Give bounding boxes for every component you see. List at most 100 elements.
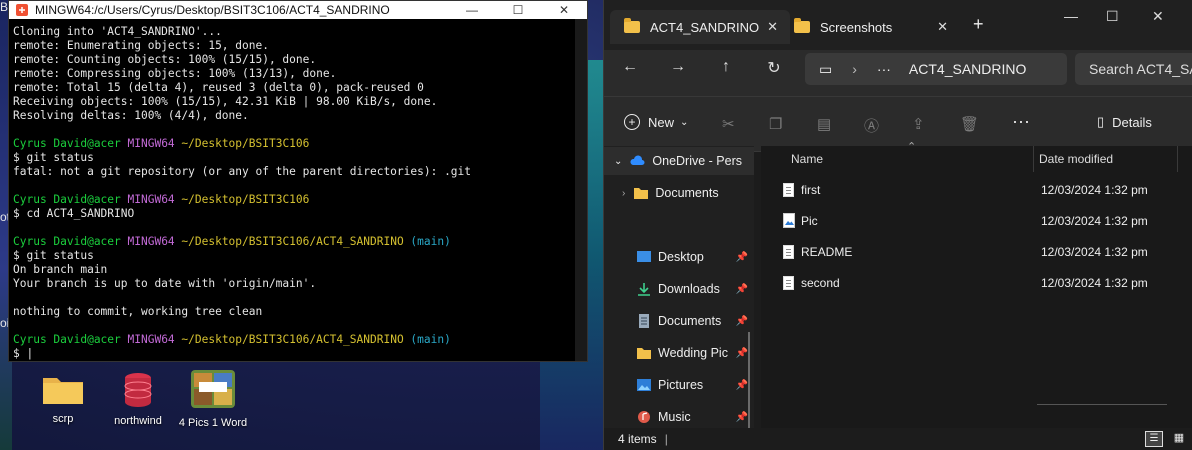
terminal-text: (main) (410, 235, 451, 248)
sidebar-item-documents-onedrive[interactable]: › Documents (604, 179, 754, 207)
folder-icon (634, 188, 649, 199)
details-button[interactable]: ▯ Details (1097, 114, 1152, 130)
close-button[interactable]: ✕ (1152, 8, 1164, 25)
text-file-icon (783, 244, 794, 259)
new-tab-button[interactable]: + (973, 14, 984, 35)
copy-icon[interactable]: ❐ (769, 115, 782, 133)
sidebar-item-onedrive[interactable]: ⌄ OneDrive - Pers (604, 147, 754, 175)
pin-icon[interactable]: 📌 (736, 412, 748, 423)
tab-screenshots[interactable]: Screenshots ✕ (780, 10, 960, 44)
terminal-text: remote: Compressing objects: 100% (13/13… (13, 67, 337, 80)
terminal-line (13, 179, 583, 193)
pin-icon[interactable]: 📌 (736, 284, 748, 295)
file-row-pic[interactable]: Pic 12/03/2024 1:32 pm (761, 205, 1192, 236)
file-row-readme[interactable]: README 12/03/2024 1:32 pm (761, 236, 1192, 267)
minimize-button[interactable]: — (1064, 8, 1078, 24)
forward-icon[interactable]: → (666, 58, 690, 76)
status-separator: | (664, 432, 668, 446)
terminal-scrollbar[interactable] (575, 19, 587, 361)
sidebar-item-desktop[interactable]: Desktop 📌 (604, 243, 754, 271)
terminal-text: Cloning into 'ACT4_SANDRINO'... (13, 25, 222, 38)
sidebar-item-documents[interactable]: Documents 📌 (604, 307, 754, 335)
terminal-text: $ | (13, 347, 34, 360)
address-ellipsis[interactable]: ··· (877, 61, 891, 77)
sidebar-item-label: Desktop (658, 250, 704, 264)
sidebar-item-pictures[interactable]: Pictures 📌 (604, 371, 754, 399)
close-button[interactable]: ✕ (541, 1, 587, 19)
maximize-button[interactable]: ☐ (1106, 8, 1119, 25)
file-date: 12/03/2024 1:32 pm (1041, 244, 1148, 259)
minimize-button[interactable]: — (449, 1, 495, 19)
terminal-text: Cyrus David@acer (13, 137, 128, 150)
share-icon[interactable]: ⇪ (912, 115, 925, 133)
address-bar[interactable]: ▭ › ··· ACT4_SANDRINO (805, 53, 1067, 85)
terminal-output[interactable]: Cloning into 'ACT4_SANDRINO'... remote: E… (9, 19, 587, 367)
details-label: Details (1112, 114, 1152, 130)
tiles-view-icon[interactable]: ▦ (1171, 431, 1187, 445)
terminal-line: remote: Compressing objects: 100% (13/13… (13, 67, 583, 81)
terminal-text: $ git status (13, 151, 94, 164)
sidebar-item-label: Downloads (658, 282, 720, 296)
tab-label: ACT4_SANDRINO (650, 19, 760, 35)
terminal-line (13, 221, 583, 235)
terminal-text: remote: Enumerating objects: 15, done. (13, 39, 269, 52)
file-row-first[interactable]: first 12/03/2024 1:32 pm (761, 174, 1192, 205)
terminal-text: ~/Desktop/BSIT3C106/ACT4_SANDRINO (181, 333, 411, 346)
sidebar-scrollbar[interactable] (748, 332, 750, 430)
column-divider[interactable] (1033, 146, 1034, 172)
terminal-title: MINGW64:/c/Users/Cyrus/Desktop/BSIT3C106… (35, 3, 390, 17)
terminal-text: Cyrus David@acer (13, 235, 128, 248)
file-explorer-window[interactable]: ACT4_SANDRINO ✕ Screenshots ✕ + — ☐ ✕ ← … (603, 0, 1192, 450)
desktop-icon-scrp[interactable]: scrp (28, 372, 98, 425)
terminal-line: Cyrus David@acer MINGW64 ~/Desktop/BSIT3… (13, 193, 583, 207)
back-icon[interactable]: ← (618, 58, 642, 76)
music-icon (638, 411, 650, 423)
pin-icon[interactable]: 📌 (736, 252, 748, 263)
status-bar: 4 items | ☰ ▦ (604, 428, 1192, 450)
terminal-window[interactable]: MINGW64:/c/Users/Cyrus/Desktop/BSIT3C106… (8, 0, 588, 362)
tab-act4-sandrino[interactable]: ACT4_SANDRINO ✕ (610, 10, 790, 44)
close-tab-icon[interactable]: ✕ (767, 19, 778, 35)
up-icon[interactable]: ↑ (714, 58, 738, 76)
pin-icon[interactable]: 📌 (736, 380, 748, 391)
details-view-icon[interactable]: ☰ (1145, 431, 1163, 447)
column-header-name[interactable]: Name (791, 146, 823, 172)
desktop-icon (637, 251, 651, 262)
column-divider[interactable] (1177, 146, 1178, 172)
delete-icon[interactable]: 🗑 (960, 115, 979, 133)
new-button[interactable]: + New ⌄ (624, 114, 688, 130)
sidebar-item-music[interactable]: Music 📌 (604, 403, 754, 430)
column-header-date[interactable]: Date modified (1039, 146, 1113, 172)
more-options-icon[interactable]: ··· (1012, 111, 1030, 132)
chevron-down-icon: ⌄ (680, 116, 689, 128)
desktop-icon-4pics[interactable]: 4 Pics 1 Word (178, 368, 248, 429)
maximize-button[interactable]: ☐ (495, 1, 541, 19)
terminal-text: ~/Desktop/BSIT3C106 (181, 193, 310, 206)
close-tab-icon[interactable]: ✕ (937, 19, 948, 35)
terminal-titlebar[interactable]: MINGW64:/c/Users/Cyrus/Desktop/BSIT3C106… (9, 1, 587, 19)
file-row-second[interactable]: second 12/03/2024 1:32 pm (761, 267, 1192, 298)
folder-icon (794, 18, 810, 33)
image-file-icon (783, 213, 795, 228)
horizontal-scrollbar[interactable] (1037, 404, 1167, 405)
pin-icon[interactable]: 📌 (736, 348, 748, 359)
plus-icon: + (624, 114, 640, 130)
sidebar-item-downloads[interactable]: Downloads 📌 (604, 275, 754, 303)
rename-icon[interactable]: Ⓐ (864, 115, 879, 136)
desktop-icon-label: northwind (114, 415, 162, 427)
refresh-icon[interactable]: ↻ (762, 58, 786, 78)
paste-icon[interactable]: ▤ (817, 115, 831, 133)
sidebar-item-label: Pictures (658, 378, 704, 392)
item-count: 4 items (618, 432, 657, 446)
folder-icon (637, 348, 651, 359)
terminal-line: On branch main (13, 263, 583, 277)
game-icon (191, 370, 235, 408)
pin-icon[interactable]: 📌 (736, 316, 748, 327)
sidebar-item-label: Music (658, 410, 691, 424)
desktop-icon-northwind[interactable]: northwind (103, 372, 173, 427)
sidebar-item-wedding-pic[interactable]: Wedding Pic 📌 (604, 339, 754, 367)
cut-icon[interactable]: ✂ (722, 115, 735, 133)
search-input[interactable]: Search ACT4_SANDRINO (1075, 53, 1192, 85)
new-label: New (648, 114, 675, 130)
